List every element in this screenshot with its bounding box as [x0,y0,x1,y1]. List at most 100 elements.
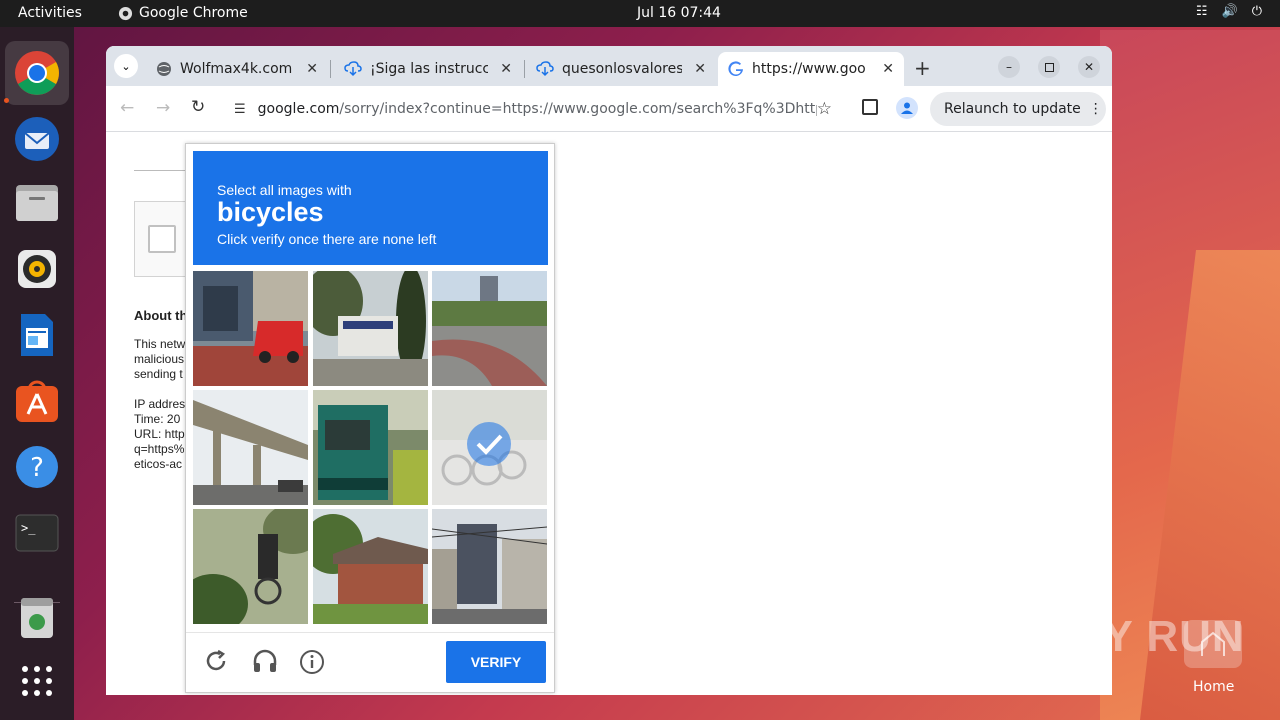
url-text: eticos-ac [134,457,183,471]
profile-button[interactable] [896,97,918,119]
svg-text:>_: >_ [21,521,36,535]
captcha-tile[interactable] [313,271,428,386]
captcha-tile[interactable] [313,509,428,624]
captcha-tile[interactable] [432,271,547,386]
url-text: URL: http [134,427,185,441]
dock-files[interactable] [13,179,61,227]
recaptcha-challenge: Select all images with bicycles Click ve… [185,143,555,693]
side-panel-icon[interactable] [862,99,878,115]
dock-help[interactable]: ? [13,443,61,491]
challenge-prompt: Select all images with [217,182,352,198]
ip-address-text: IP addres [134,397,186,411]
tab-google-active[interactable]: https://www.goo ✕ [718,52,904,86]
tab-siga[interactable]: ¡Siga las instrucci ✕ [334,52,522,86]
bookmark-star-icon[interactable]: ☆ [817,99,832,119]
app-store-icon [16,380,58,422]
clock[interactable]: Jul 16 07:44 [637,5,721,21]
info-button[interactable] [299,649,325,679]
plus-icon: + [914,56,931,80]
system-tray[interactable]: ☷ 🔊 ⏻ [1196,4,1262,19]
anyrun-watermark: ANY RUN [1038,612,1245,661]
thunderbird-icon [15,117,59,161]
captcha-tile-selected[interactable] [432,390,547,505]
tab-quesonlosvalores[interactable]: quesonlosvalores ✕ [526,52,716,86]
captcha-tile[interactable] [193,390,308,505]
show-apps-button[interactable] [13,657,61,705]
body-text: This netw [134,337,186,351]
reload-button[interactable]: ↻ [191,97,205,117]
tab-wolfmax[interactable]: Wolfmax4k.com : ✕ [146,52,328,86]
trash-icon [21,598,53,638]
challenge-header: Select all images with bicycles Click ve… [193,151,548,265]
dock-rhythmbox[interactable] [13,245,61,293]
reload-icon: ↻ [191,97,206,117]
arrow-right-icon: → [156,98,171,118]
url-text: q=https% [134,442,185,456]
tile-image [432,271,547,386]
reload-challenge-button[interactable] [204,649,228,677]
tile-image [313,509,428,624]
tab-separator [524,60,525,78]
home-folder-label: Home [1193,679,1235,695]
dock-thunderbird[interactable] [13,115,61,163]
close-icon[interactable]: ✕ [882,61,894,77]
dock-chrome[interactable] [5,41,69,105]
forward-button[interactable]: → [156,98,170,118]
arrow-left-icon: ← [120,98,135,118]
chrome-icon [15,51,59,95]
dock-terminal[interactable]: >_ [13,509,61,557]
challenge-object: bicycles [217,197,324,227]
dock-trash[interactable] [13,593,61,641]
tile-image [313,390,428,505]
relaunch-button[interactable]: Relaunch to update ⋮ [930,92,1106,126]
verify-button[interactable]: VERIFY [446,641,546,683]
captcha-tile[interactable] [313,390,428,505]
dock: ? >_ [0,27,74,720]
new-tab-button[interactable]: + [914,56,931,80]
tab-title: https://www.goo [752,61,866,77]
relaunch-label: Relaunch to update [944,101,1081,117]
close-icon[interactable]: ✕ [306,61,318,77]
terminal-icon: >_ [15,514,59,552]
site-settings-icon[interactable]: ☰ [234,102,246,117]
chevron-down-icon: ⌄ [121,59,131,73]
back-button[interactable]: ← [120,98,134,118]
about-heading: About th [134,308,188,323]
kebab-menu-icon[interactable]: ⋮ [1089,101,1103,117]
captcha-tile[interactable] [193,271,308,386]
tile-image [432,509,547,624]
globe-icon [157,62,171,76]
download-icon [536,61,554,77]
recaptcha-checkbox[interactable] [148,225,176,253]
captcha-tile[interactable] [432,509,547,624]
dock-app-center[interactable] [13,377,61,425]
refresh-icon [206,649,226,671]
download-icon [344,61,362,77]
power-icon: ⏻ [1251,4,1262,19]
network-icon: ☷ [1195,4,1208,19]
tab-title: quesonlosvalores [562,61,682,77]
address-bar[interactable]: ☰ google.com /sorry/index?continue=https… [226,92,844,126]
time-text: Time: 20 [134,412,181,426]
speaker-icon [18,250,56,288]
captcha-tile[interactable] [193,509,308,624]
google-icon [728,61,743,77]
url-domain: google.com [257,101,340,117]
maximize-button[interactable] [1038,56,1060,78]
close-icon[interactable]: ✕ [500,61,512,77]
minimize-button[interactable]: – [998,56,1020,78]
toolbar: ← → ↻ ☰ google.com /sorry/index?continue… [106,86,1112,132]
tile-image [193,509,308,624]
url-path: /sorry/index?continue=https://www.google… [339,101,817,117]
close-window-button[interactable]: ✕ [1078,56,1100,78]
tile-image [193,390,308,505]
app-menu[interactable]: Google Chrome [118,5,248,21]
audio-challenge-button[interactable] [252,649,278,677]
close-icon[interactable]: ✕ [694,61,706,77]
folder-icon [16,185,58,221]
activities-button[interactable]: Activities [18,5,82,21]
dock-writer[interactable] [13,311,61,359]
body-text: malicious [134,352,185,366]
svg-text:?: ? [30,453,44,483]
tab-search-button[interactable]: ⌄ [114,54,138,78]
